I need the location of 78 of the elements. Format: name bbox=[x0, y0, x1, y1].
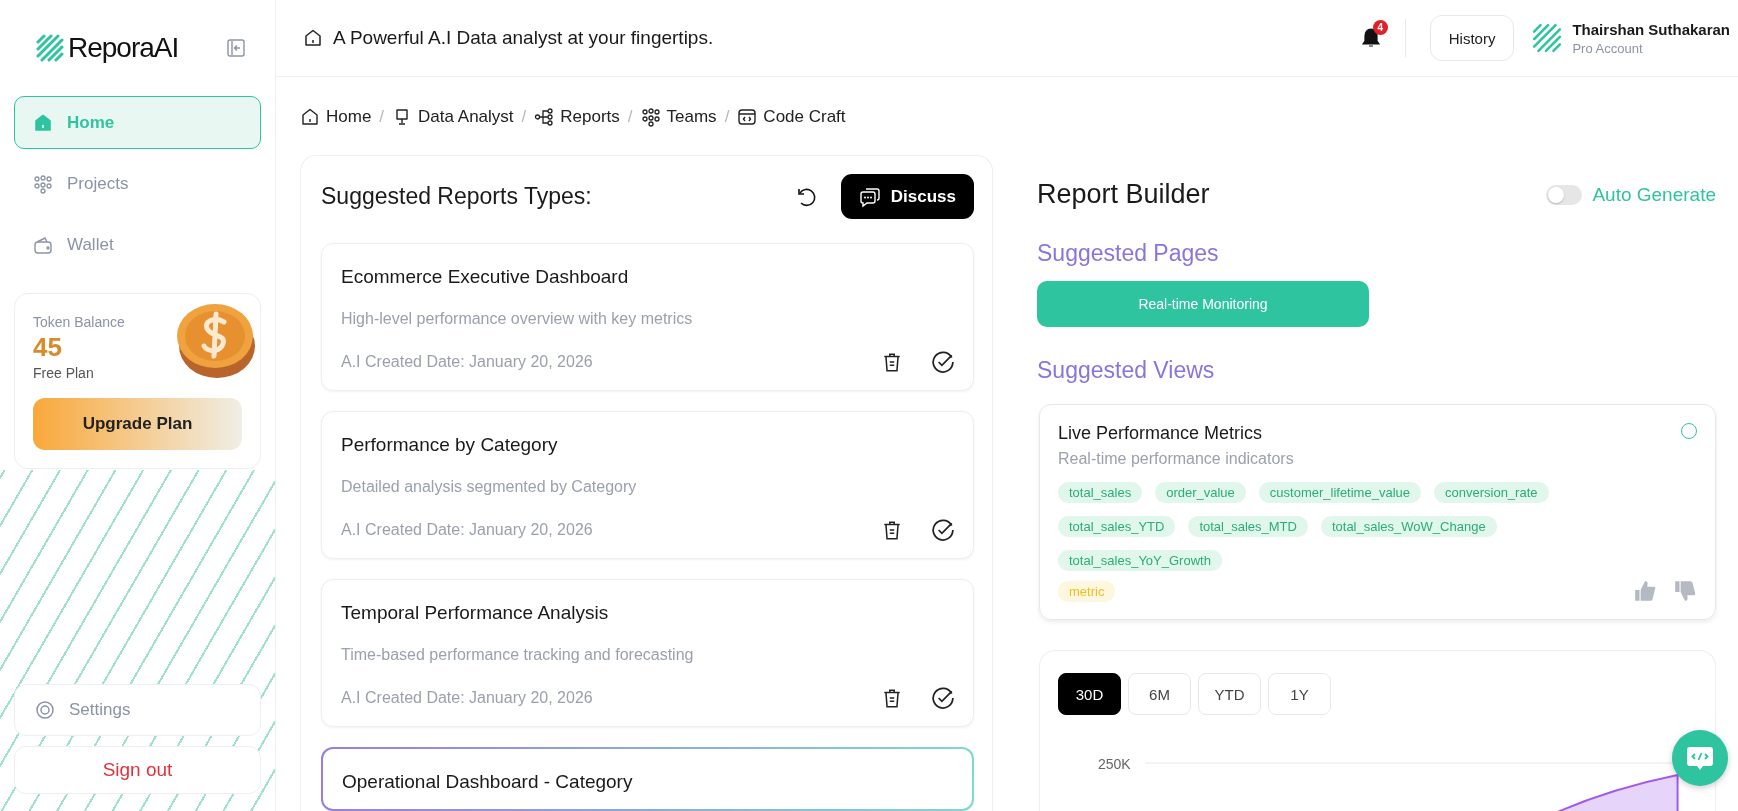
delete-icon[interactable] bbox=[881, 687, 903, 709]
collapse-icon[interactable] bbox=[227, 39, 245, 57]
breadcrumb-link[interactable]: Teams bbox=[640, 107, 717, 127]
history-button[interactable]: History bbox=[1429, 15, 1515, 61]
report-card[interactable]: Performance by Category Detailed analysis segmented by Category A.I Created Date: January 20, 2026 bbox=[321, 411, 974, 559]
axis-label: 250K bbox=[1098, 756, 1131, 772]
metric-tag: total_sales_YTD bbox=[1058, 516, 1176, 537]
check-circle-icon[interactable] bbox=[931, 350, 955, 374]
breadcrumb-separator: / bbox=[379, 107, 385, 127]
team-icon bbox=[33, 173, 53, 194]
check-circle-icon[interactable] bbox=[931, 518, 955, 542]
home-icon bbox=[300, 107, 320, 127]
report-card[interactable]: Operational Dashboard - Category bbox=[321, 747, 974, 811]
created-date: A.I Created Date: January 20, 2026 bbox=[341, 353, 594, 371]
report-description: High-level performance overview with key metrics bbox=[341, 310, 694, 328]
token-label: Token Balance bbox=[33, 314, 125, 330]
metric-tag: total_sales_MTD bbox=[1188, 516, 1308, 537]
report-description: Time-based performance tracking and forecasting bbox=[341, 646, 695, 664]
notification-badge: 4 bbox=[1372, 20, 1388, 35]
logo-text: ReporaAI bbox=[68, 32, 179, 64]
upgrade-button[interactable]: Upgrade Plan bbox=[33, 398, 242, 450]
tagline: A Powerful A.I Data analyst at your fingertips. bbox=[333, 27, 714, 49]
thumbs-down-icon[interactable] bbox=[1673, 579, 1697, 603]
breadcrumb-separator: / bbox=[627, 107, 633, 127]
metric-tag: customer_lifetime_value bbox=[1258, 482, 1421, 503]
breadcrumb-link[interactable]: Reports bbox=[534, 107, 620, 127]
auto-generate-toggle[interactable] bbox=[1546, 184, 1583, 205]
range-tab[interactable]: YTD bbox=[1198, 673, 1261, 715]
delete-icon[interactable] bbox=[881, 519, 903, 541]
sign-out-button[interactable]: Sign out bbox=[14, 746, 261, 794]
wallet-icon bbox=[33, 234, 53, 255]
report-title: Ecommerce Executive Dashboard bbox=[341, 266, 630, 288]
toggle-label: Auto Generate bbox=[1592, 183, 1716, 206]
settings-icon bbox=[35, 700, 55, 720]
discuss-button[interactable]: Discuss bbox=[840, 174, 974, 219]
team-icon bbox=[640, 107, 661, 127]
panel-title: Suggested Reports Types: bbox=[321, 183, 593, 210]
section-heading: Suggested Views bbox=[1037, 357, 1216, 384]
report-title: Operational Dashboard - Category bbox=[342, 771, 634, 793]
created-date: A.I Created Date: January 20, 2026 bbox=[341, 521, 594, 539]
report-title: Performance by Category bbox=[341, 434, 559, 456]
check-circle-icon[interactable] bbox=[931, 686, 955, 710]
builder-title: Report Builder bbox=[1037, 179, 1210, 210]
report-title: Temporal Performance Analysis bbox=[341, 602, 610, 624]
user-name: Thairshan Suthakaran bbox=[1572, 20, 1730, 38]
flow-icon bbox=[534, 107, 555, 127]
view-subtitle: Real-time performance indicators bbox=[1058, 450, 1294, 468]
section-heading: Suggested Pages bbox=[1037, 240, 1220, 267]
logo-icon bbox=[36, 34, 64, 62]
metric-tag: total_sales_YoY_Growth bbox=[1058, 550, 1222, 571]
report-card[interactable]: Temporal Performance Analysis Time-based performance tracking and forecasting A.I Created Date: January 20, 2026 bbox=[321, 579, 974, 727]
plan-name: Free Plan bbox=[33, 365, 95, 381]
breadcrumb-link[interactable]: Home bbox=[300, 107, 372, 127]
code-icon bbox=[737, 107, 758, 127]
created-date: A.I Created Date: January 20, 2026 bbox=[341, 689, 594, 707]
range-tab[interactable]: 1Y bbox=[1268, 673, 1331, 715]
chat-icon bbox=[858, 185, 881, 208]
breadcrumb-link[interactable]: Code Craft bbox=[737, 107, 846, 127]
report-description: Detailed analysis segmented by Category bbox=[341, 478, 638, 496]
thumbs-up-icon[interactable] bbox=[1633, 579, 1657, 603]
range-tab[interactable]: 30D bbox=[1058, 673, 1121, 715]
report-card[interactable]: Ecommerce Executive Dashboard High-level performance overview with key metrics A.I Created Date: January 20, 2026 bbox=[321, 243, 974, 391]
avatar-icon bbox=[1532, 23, 1563, 53]
metric-tag: conversion_rate bbox=[1434, 482, 1549, 503]
metric-tag: order_value bbox=[1155, 482, 1246, 503]
breadcrumb-separator: / bbox=[724, 107, 730, 127]
home-icon bbox=[33, 112, 53, 133]
token-balance: 45 bbox=[33, 332, 63, 363]
home-icon bbox=[303, 28, 323, 48]
breadcrumb-link[interactable]: Data Analyst bbox=[392, 107, 514, 127]
delete-icon[interactable] bbox=[881, 351, 903, 373]
type-tag: metric bbox=[1058, 580, 1116, 602]
metric-tag: total_sales bbox=[1058, 482, 1143, 503]
metric-tag: total_sales_WoW_Change bbox=[1320, 516, 1497, 537]
range-tab[interactable]: 6M bbox=[1128, 673, 1191, 715]
view-title: Live Performance Metrics bbox=[1058, 423, 1264, 444]
user-role: Pro Account bbox=[1572, 40, 1644, 56]
breadcrumb-separator: / bbox=[521, 107, 527, 127]
